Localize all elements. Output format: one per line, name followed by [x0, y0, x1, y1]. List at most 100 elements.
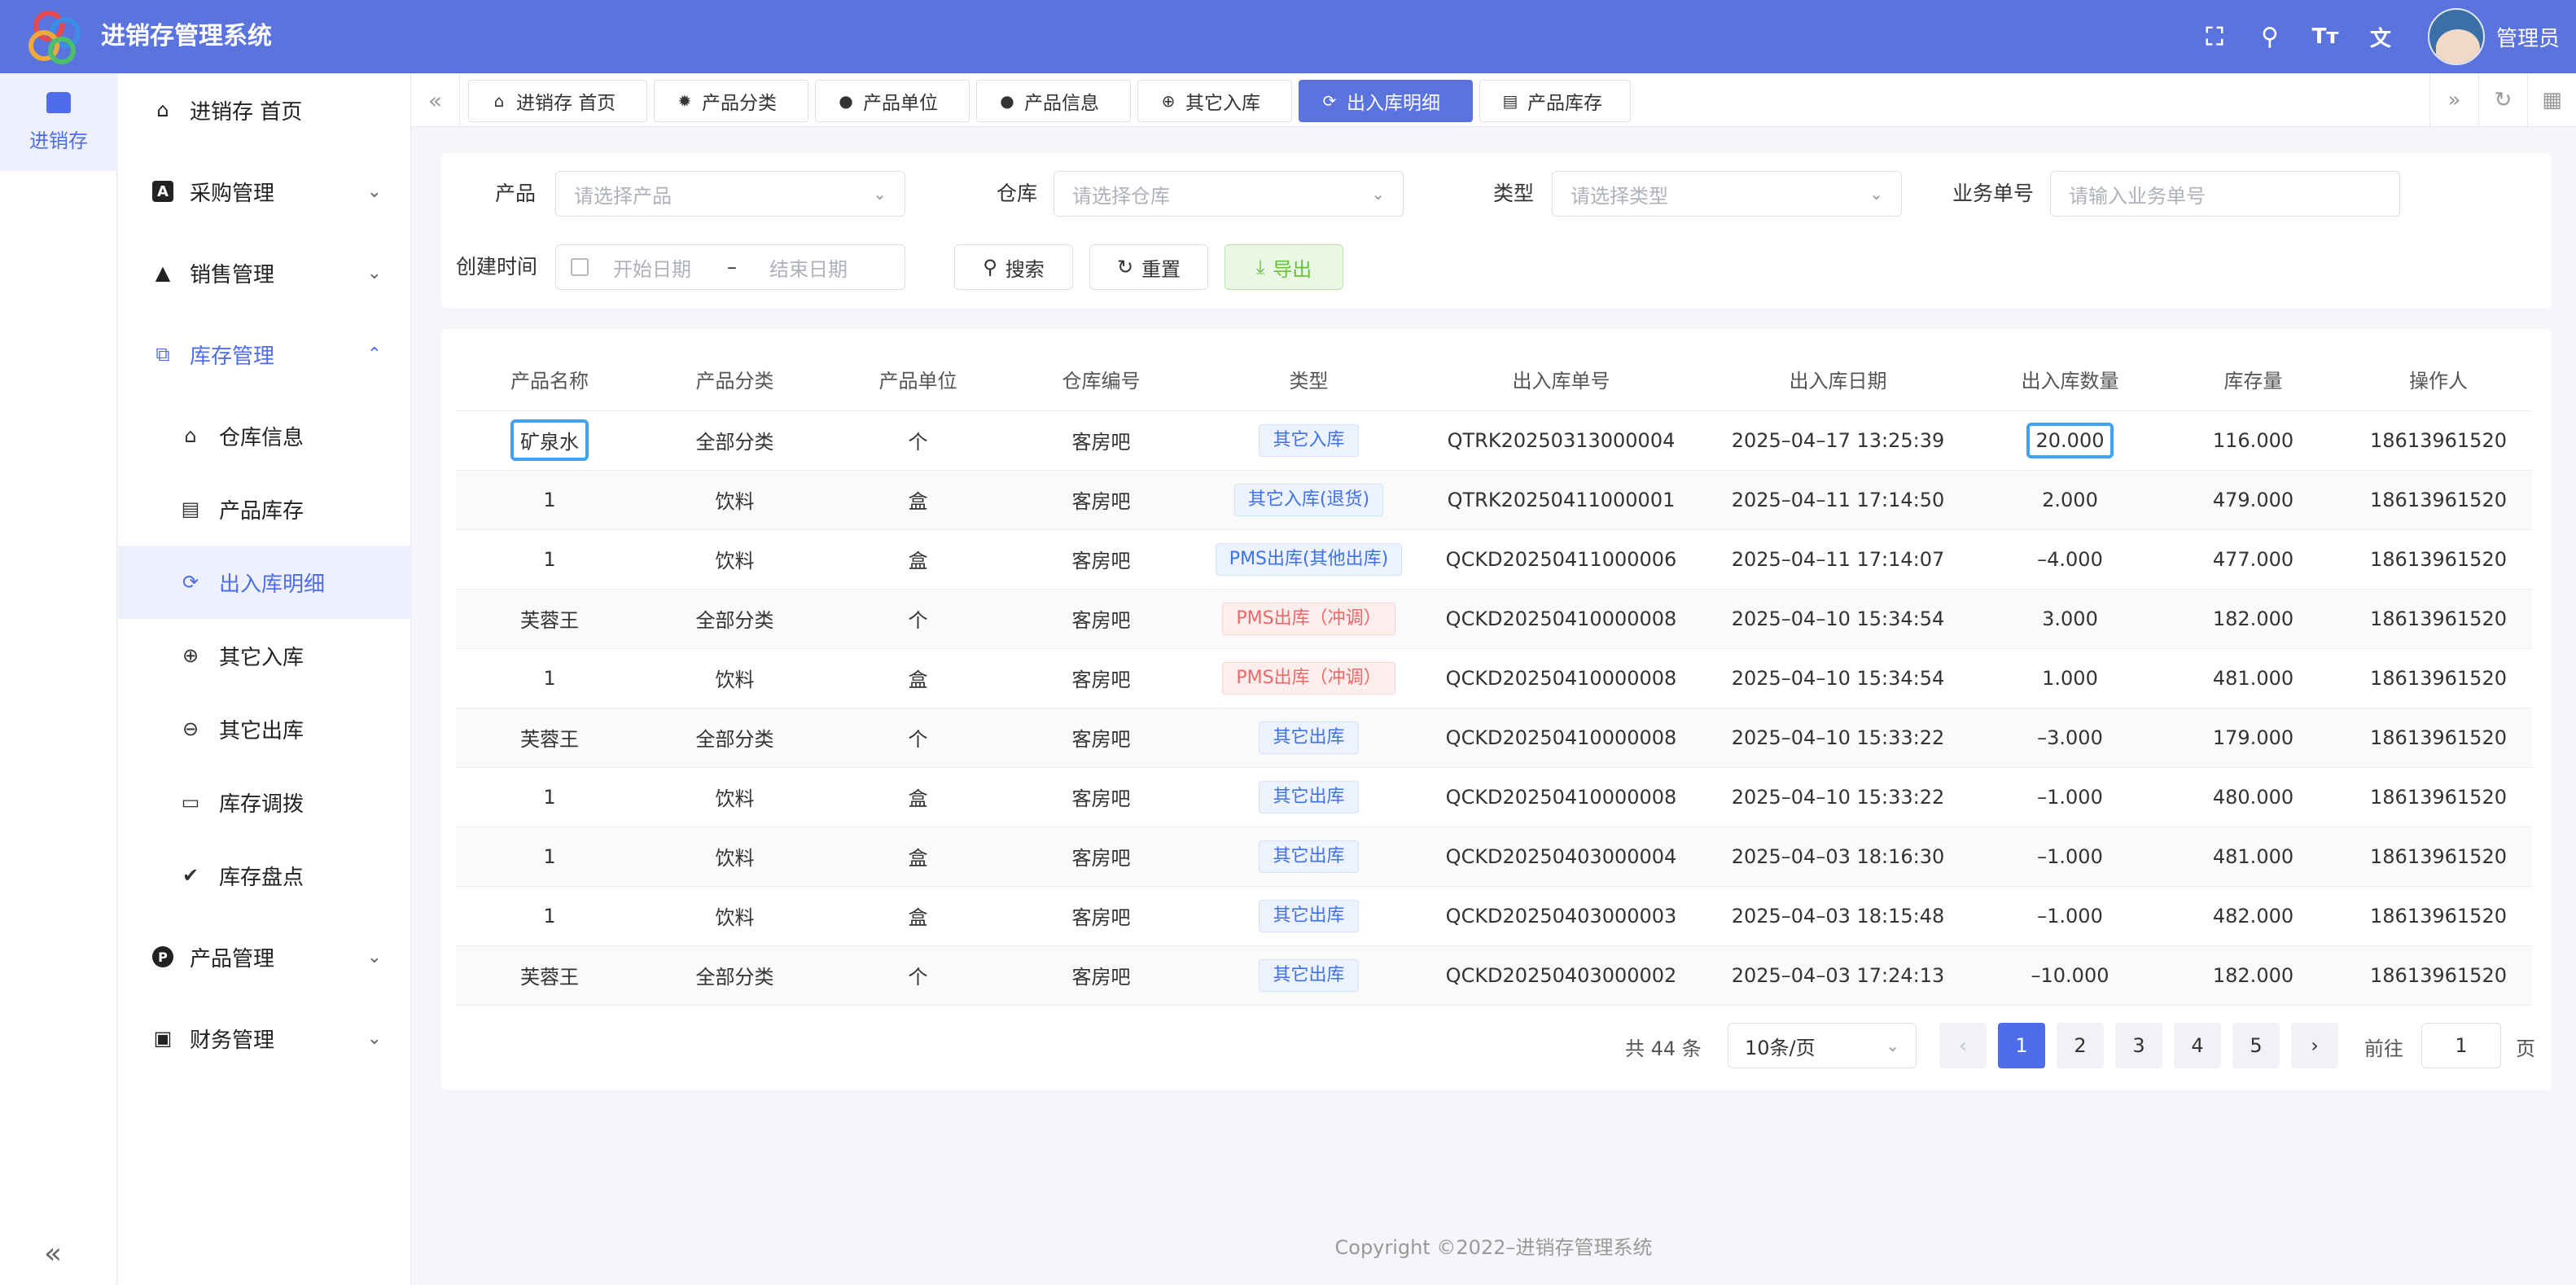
chevron-down-icon: ⌄	[1869, 184, 1883, 204]
apple-icon: ●	[1000, 91, 1014, 111]
menu-product[interactable]: P 产品管理 ⌄	[118, 920, 411, 993]
menu-stock-transfer[interactable]: ▭ 库存调拨	[118, 765, 411, 839]
page-button[interactable]: 5	[2232, 1023, 2280, 1068]
col-category[interactable]: 产品分类	[643, 349, 826, 411]
cell-type: 其它出库	[1193, 708, 1425, 768]
menu-product-stock[interactable]: ▤ 产品库存	[118, 472, 411, 546]
house-icon: ⌂	[184, 424, 197, 447]
tabs-scroll-right-icon[interactable]: »	[2429, 73, 2478, 127]
app-logo-icon	[28, 11, 81, 64]
table-row[interactable]: 1 饮料盒客房吧 PMS出库(其他出库) QCKD20250411000006 2025…	[456, 529, 2532, 590]
type-select[interactable]: 请选择类型 ⌄	[1552, 171, 1902, 217]
cell-operator: 18613961520	[2345, 648, 2532, 708]
cell-stock: 481.000	[2162, 827, 2345, 887]
menu-other-inbound[interactable]: ⊕ 其它入库	[118, 619, 411, 692]
goto-page-input[interactable]: 1	[2421, 1023, 2501, 1068]
tab-product-info[interactable]: ● 产品信息	[976, 80, 1131, 122]
cell-name: 1	[456, 470, 643, 530]
user-name[interactable]: 管理员	[2496, 22, 2560, 52]
col-stock[interactable]: 库存量	[2162, 349, 2345, 411]
page-button[interactable]: 2	[2057, 1023, 2104, 1068]
collapse-icon[interactable]: «	[44, 1237, 62, 1270]
table-row[interactable]: 1 饮料盒客房吧 其它入库(退货) QTRK20250411000001 2025–04…	[456, 470, 2532, 530]
menu-inventory[interactable]: ⧉ 库存管理 ⌃	[118, 318, 411, 391]
font-size-icon[interactable]: Tт	[2298, 0, 2353, 73]
page-button[interactable]: 3	[2115, 1023, 2162, 1068]
grid-menu-icon[interactable]: ▦	[2527, 73, 2576, 127]
menu-stock-check[interactable]: ✔ 库存盘点	[118, 839, 411, 912]
menu-other-outbound[interactable]: ⊖ 其它出库	[118, 692, 411, 765]
chevron-up-icon: ⌃	[366, 344, 382, 365]
top-header: 进销存管理系统 ⛶ ⚲ Tт 文 管理员	[0, 0, 2576, 73]
menu-purchase[interactable]: A 采购管理 ⌄	[118, 155, 411, 228]
cell-unit: 盒	[826, 767, 1010, 827]
menu-sales[interactable]: ▲ 销售管理 ⌄	[118, 236, 411, 309]
col-qty[interactable]: 出入库数量	[1978, 349, 2162, 411]
menu-home[interactable]: ⌂ 进销存 首页	[118, 73, 411, 147]
cell-qty: 1.000	[1978, 648, 2162, 708]
cell-category: 全部分类	[643, 410, 826, 471]
search-button[interactable]: ⚲ 搜索	[954, 244, 1073, 290]
chevron-down-icon: ⌄	[1886, 1036, 1899, 1055]
table-row[interactable]: 芙蓉王 全部分类个客房吧 PMS出库（冲调） QCKD20250410000008 20…	[456, 589, 2532, 649]
table-row[interactable]: 1 饮料盒客房吧 其它出库 QCKD20250403000003 2025–04–03 …	[456, 886, 2532, 946]
table-row[interactable]: 芙蓉王 全部分类个客房吧 其它出库 QCKD20250410000008 2025–04…	[456, 708, 2532, 768]
refresh-icon[interactable]: ↻	[2478, 73, 2527, 127]
col-warehouse[interactable]: 仓库编号	[1010, 349, 1193, 411]
cell-category: 全部分类	[643, 945, 826, 1006]
reset-button[interactable]: ↻ 重置	[1089, 244, 1208, 290]
cell-date: 2025–04–10 15:34:54	[1698, 648, 1978, 708]
tab-product-unit[interactable]: ● 产品单位	[815, 80, 970, 122]
cell-date: 2025–04–03 18:16:30	[1698, 827, 1978, 887]
page-button[interactable]: 4	[2174, 1023, 2221, 1068]
table-row[interactable]: 芙蓉王 全部分类个客房吧 其它出库 QCKD20250403000002 2025–04…	[456, 945, 2532, 1006]
tab-product-stock[interactable]: ▤ 产品库存	[1479, 80, 1631, 122]
col-order-no[interactable]: 出入库单号	[1425, 349, 1698, 411]
type-tag: 其它出库	[1259, 840, 1359, 873]
type-tag: 其它入库(退货)	[1233, 483, 1384, 516]
tabs-scroll-left-icon[interactable]: «	[411, 73, 460, 127]
col-unit[interactable]: 产品单位	[826, 349, 1010, 411]
cell-warehouse: 客房吧	[1010, 708, 1193, 768]
product-select[interactable]: 请选择产品 ⌄	[555, 171, 905, 217]
tab-product-category[interactable]: ✹ 产品分类	[654, 80, 808, 122]
prev-page-icon[interactable]: ‹	[1939, 1023, 1987, 1068]
bin-icon: ▤	[1502, 91, 1518, 111]
avatar[interactable]	[2427, 8, 2485, 65]
rail-item-inventory[interactable]: 进销存	[0, 73, 117, 171]
menu-finance[interactable]: ▣ 财务管理 ⌄	[118, 1002, 411, 1075]
highlighted-cell-value: 20.000	[2026, 422, 2114, 458]
warehouse-select[interactable]: 请选择仓库 ⌄	[1054, 171, 1404, 217]
col-type[interactable]: 类型	[1193, 349, 1425, 411]
cell-stock: 477.000	[2162, 529, 2345, 590]
tab-home[interactable]: ⌂ 进销存 首页	[468, 80, 647, 122]
tab-other-inbound[interactable]: ⊕ 其它入库	[1137, 80, 1292, 122]
table-row[interactable]: 1 饮料盒客房吧 其它出库 QCKD20250403000004 2025–04–03 …	[456, 827, 2532, 887]
cell-warehouse: 客房吧	[1010, 886, 1193, 946]
menu-stock-detail[interactable]: ⟳ 出入库明细	[118, 546, 411, 619]
cell-order: QCKD20250410000008	[1425, 589, 1698, 649]
chevron-down-icon: ⌄	[1371, 184, 1385, 204]
tab-stock-detail[interactable]: ⟳ 出入库明细	[1299, 80, 1473, 122]
chevron-down-icon: ⌄	[366, 1028, 382, 1049]
table-header-row: 产品名称 产品分类 产品单位 仓库编号 类型 出入库单号 出入库日期 出入库数量…	[456, 349, 2532, 411]
biz-no-input[interactable]: 请输入业务单号	[2050, 171, 2400, 217]
page-button[interactable]: 1	[1998, 1023, 2045, 1068]
table-row[interactable]: 1 饮料盒客房吧 PMS出库（冲调） QCKD20250410000008 2025–0…	[456, 648, 2532, 708]
table-row[interactable]: 1 饮料盒客房吧 其它出库 QCKD20250410000008 2025–04–10 …	[456, 767, 2532, 827]
footer-copyright: Copyright ©2022–进销存管理系统	[1334, 1236, 1653, 1259]
page-size-select[interactable]: 10条/页 ⌄	[1728, 1023, 1917, 1068]
export-button[interactable]: ⤓ 导出	[1224, 244, 1343, 290]
date-range-picker[interactable]: 开始日期 – 结束日期	[555, 244, 905, 290]
col-operator[interactable]: 操作人	[2345, 349, 2532, 411]
translate-icon[interactable]: 文	[2353, 0, 2408, 73]
col-product-name[interactable]: 产品名称	[456, 349, 643, 411]
cell-order: QTRK20250411000001	[1425, 470, 1698, 530]
table-row[interactable]: 矿泉水 全部分类个客房吧 其它入库 QTRK20250313000004 2025–04…	[456, 410, 2532, 471]
menu-warehouse-info[interactable]: ⌂ 仓库信息	[118, 399, 411, 472]
next-page-icon[interactable]: ›	[2291, 1023, 2338, 1068]
col-date[interactable]: 出入库日期	[1698, 349, 1978, 411]
search-icon[interactable]: ⚲	[2242, 0, 2298, 73]
chevron-down-icon: ⌄	[366, 946, 382, 967]
fullscreen-icon[interactable]: ⛶	[2187, 0, 2242, 73]
